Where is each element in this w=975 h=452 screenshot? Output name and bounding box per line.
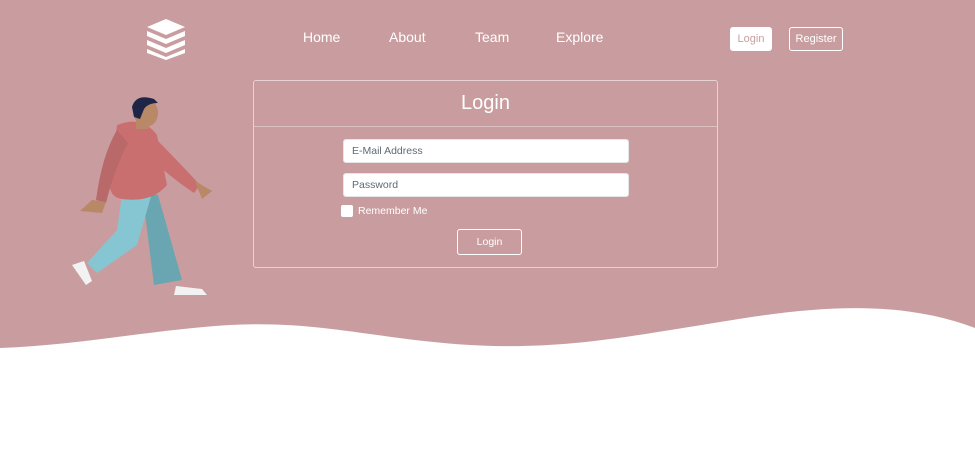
walking-person-illustration — [72, 97, 212, 295]
nav-about[interactable]: About — [389, 29, 426, 45]
nav-team[interactable]: Team — [475, 29, 509, 45]
remember-me-row: Remember Me — [341, 205, 427, 217]
email-field[interactable] — [343, 139, 629, 163]
remember-me-checkbox[interactable] — [341, 205, 353, 217]
nav-explore[interactable]: Explore — [556, 29, 603, 45]
login-card: Login Remember Me Login — [253, 80, 718, 268]
stacked-layers-icon[interactable] — [144, 17, 188, 61]
header-register-button[interactable]: Register — [789, 27, 843, 51]
login-card-title: Login — [254, 81, 717, 127]
login-submit-button[interactable]: Login — [457, 229, 522, 255]
header-login-button[interactable]: Login — [730, 27, 772, 51]
hero-section: Home About Team Explore Login Register L… — [0, 0, 975, 360]
nav-home[interactable]: Home — [303, 29, 340, 45]
remember-me-label: Remember Me — [358, 205, 428, 217]
password-field[interactable] — [343, 173, 629, 197]
